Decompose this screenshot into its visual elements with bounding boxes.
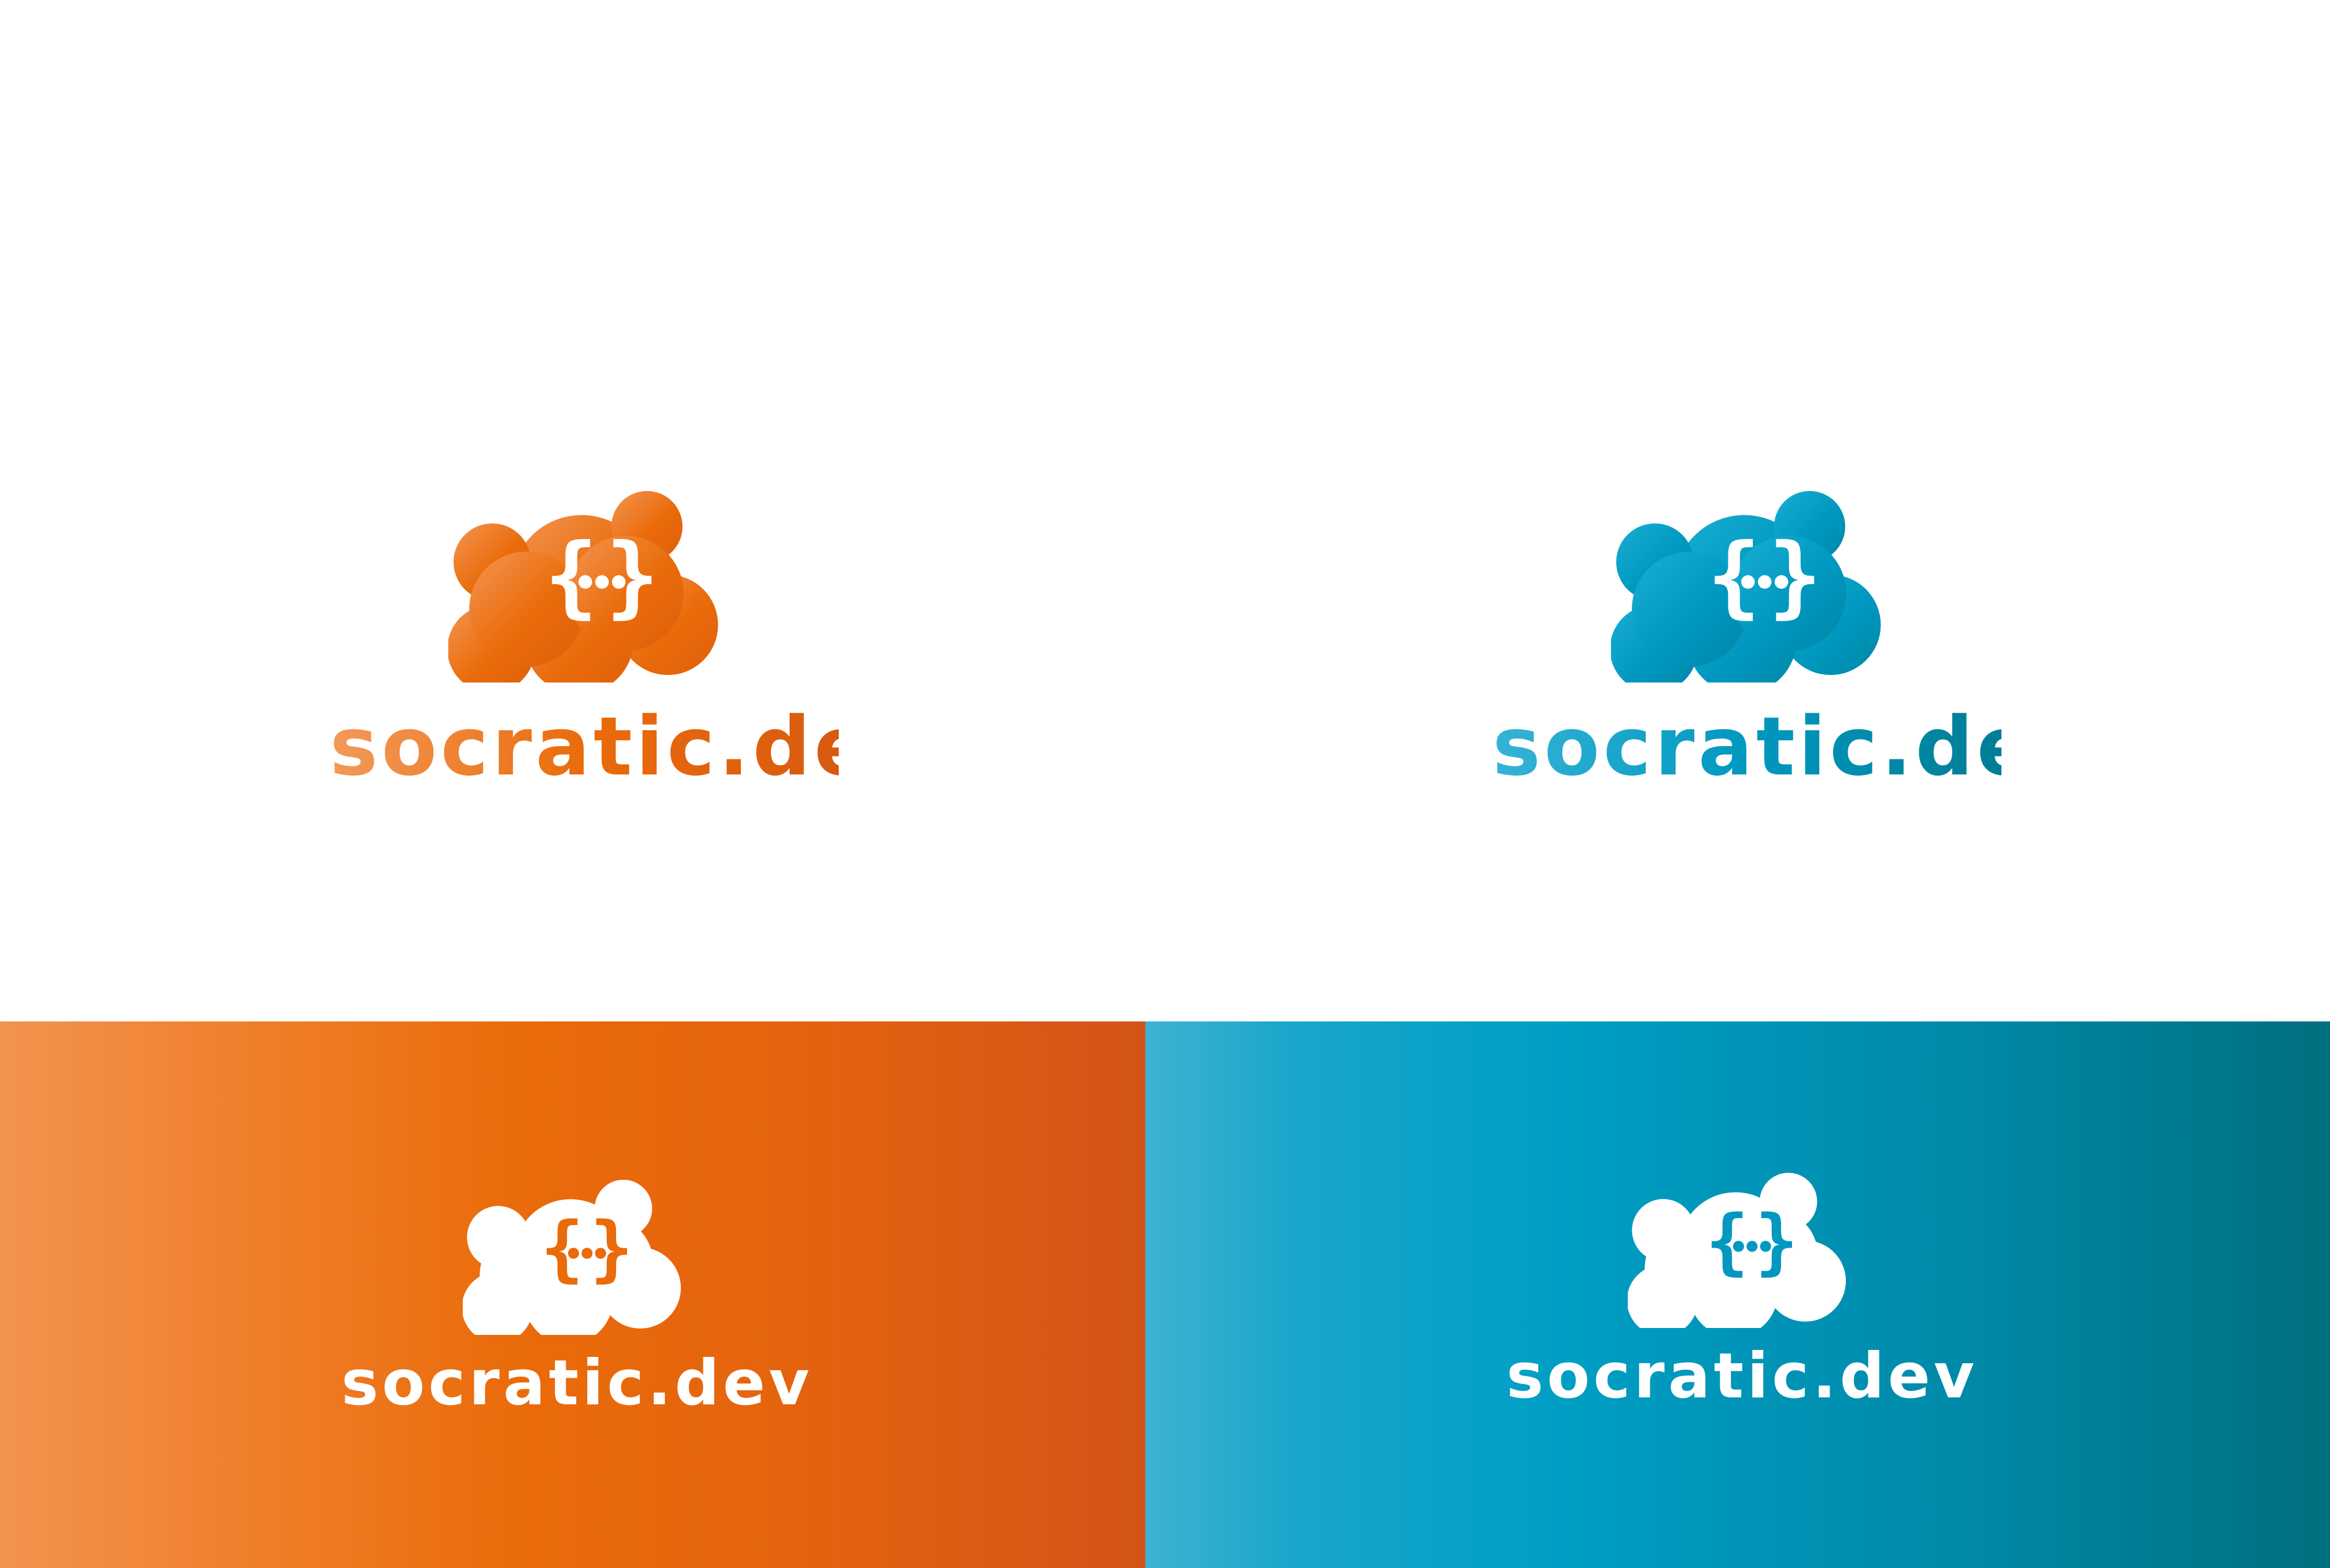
svg-text:}: } xyxy=(590,1207,633,1290)
logo-white-on-blue: { } socratic.dev xyxy=(1506,1171,1978,1412)
cloud-braces-ellipsis-icon: { } xyxy=(463,1179,681,1335)
svg-text:}: } xyxy=(606,525,659,628)
logo-white-on-orange: { } socratic.dev xyxy=(341,1178,813,1419)
panel-white-on-blue: { } socratic.dev xyxy=(1145,1021,2330,1568)
svg-text:}: } xyxy=(1768,525,1822,628)
svg-text:}: } xyxy=(1755,1200,1798,1283)
logo-presentation-sheet: { } socratic.dev { } socratic.dev {} so… xyxy=(0,0,2330,1568)
svg-text:{: { xyxy=(540,1207,584,1290)
wordmark: socratic.dev xyxy=(1492,700,2092,794)
panel-blue-on-white: { } socratic.dev xyxy=(1165,0,2330,1021)
wordmark: socratic.dev xyxy=(341,1347,813,1419)
cloud-braces-ellipsis-icon: { } xyxy=(1628,1172,1846,1328)
logo-orange: { } socratic.dev xyxy=(330,489,929,794)
panel-orange-on-white: { } socratic.dev xyxy=(0,0,1165,1021)
panel-white-on-orange: { } socratic.dev xyxy=(0,1021,1145,1568)
logo-blue: { } socratic.dev xyxy=(1492,489,2092,794)
cloud-braces-ellipsis-icon: { } xyxy=(1611,490,1881,682)
svg-text:{: { xyxy=(1705,1200,1749,1283)
wordmark: socratic.dev xyxy=(330,700,929,794)
svg-text:{: { xyxy=(1707,525,1761,628)
cloud-braces-ellipsis-icon: { } xyxy=(448,490,718,682)
wordmark: socratic.dev xyxy=(1506,1340,1978,1412)
svg-text:{: { xyxy=(544,525,598,628)
